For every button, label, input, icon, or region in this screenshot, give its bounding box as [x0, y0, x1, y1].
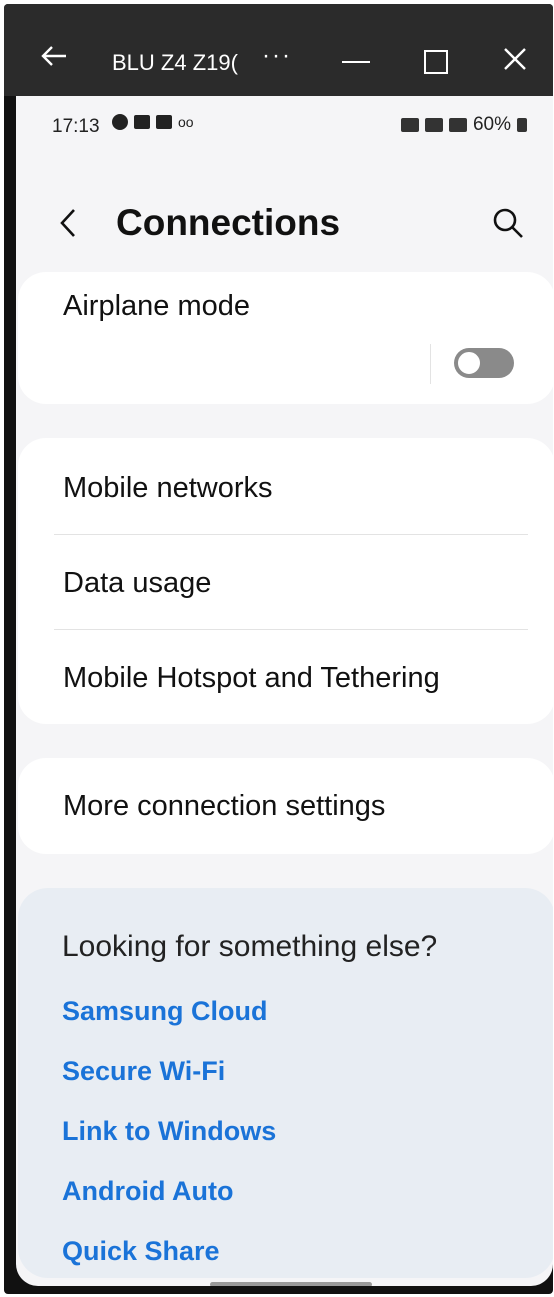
home-indicator[interactable]: [210, 1282, 372, 1286]
phone-screen: 17:13 oo 60% Connections Airplane mode M…: [16, 96, 553, 1286]
airplane-mode-toggle[interactable]: [454, 348, 514, 378]
divider: [54, 534, 528, 535]
notification-icon: [112, 114, 128, 130]
airplane-mode-row[interactable]: Airplane mode: [18, 272, 553, 404]
message-icon: [134, 115, 150, 129]
signal-icon: [448, 118, 467, 132]
suggestions-card: Looking for something else? Samsung Clou…: [18, 888, 553, 1278]
quick-share-link[interactable]: Quick Share: [62, 1236, 220, 1267]
window-title: BLU Z4 Z19(: [112, 50, 238, 75]
maximize-button[interactable]: [424, 50, 448, 74]
suggestions-title: Looking for something else?: [62, 930, 438, 963]
minimize-button[interactable]: [342, 61, 370, 63]
mobile-hotspot-item[interactable]: Mobile Hotspot and Tethering: [63, 662, 440, 695]
mobile-networks-item[interactable]: Mobile networks: [63, 472, 273, 505]
data-usage-item[interactable]: Data usage: [63, 567, 211, 600]
window-titlebar: BLU Z4 Z19( ···: [4, 4, 553, 96]
status-bar: 17:13 oo 60%: [16, 96, 553, 148]
network-settings-card: Mobile networks Data usage Mobile Hotspo…: [18, 438, 553, 724]
page-header: Connections: [16, 176, 553, 266]
back-arrow-icon[interactable]: [40, 42, 68, 70]
search-icon[interactable]: [491, 206, 525, 240]
secure-wifi-link[interactable]: Secure Wi-Fi: [62, 1056, 225, 1087]
notification-icons: oo: [112, 114, 194, 130]
page-title: Connections: [116, 202, 341, 243]
toggle-divider: [430, 344, 431, 384]
samsung-cloud-link[interactable]: Samsung Cloud: [62, 996, 268, 1027]
more-connection-settings-row[interactable]: More connection settings: [18, 758, 553, 854]
android-auto-link[interactable]: Android Auto: [62, 1176, 233, 1207]
emulator-window: BLU Z4 Z19( ··· 17:13 oo 60% Connections…: [4, 4, 553, 1294]
battery-icon: [517, 118, 527, 132]
link-to-windows-link[interactable]: Link to Windows: [62, 1116, 276, 1147]
more-options-button[interactable]: ···: [262, 42, 292, 70]
more-connection-settings-label: More connection settings: [63, 790, 386, 822]
close-icon[interactable]: [500, 44, 530, 74]
status-time: 17:13: [52, 116, 100, 137]
back-icon[interactable]: [56, 206, 80, 240]
wifi-icon: [424, 118, 443, 132]
mute-icon: [400, 118, 419, 132]
battery-percent: 60%: [472, 114, 511, 135]
cast-icon: [156, 115, 172, 129]
divider: [54, 629, 528, 630]
system-icons: 60%: [400, 114, 527, 136]
voicemail-icon: oo: [178, 114, 194, 130]
airplane-mode-label: Airplane mode: [63, 290, 250, 322]
toggle-knob: [456, 350, 482, 376]
